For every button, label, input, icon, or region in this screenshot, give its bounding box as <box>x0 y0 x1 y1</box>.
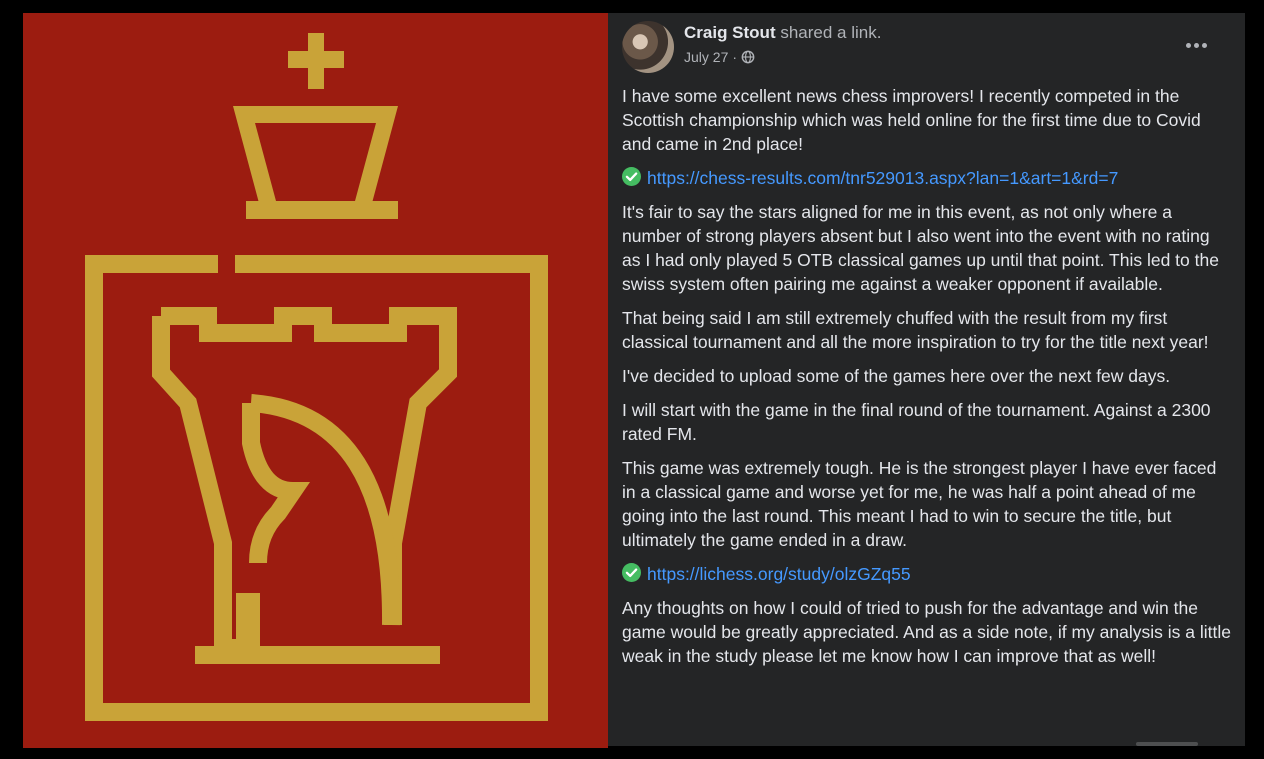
check-mark-icon <box>622 562 641 582</box>
post-body: I have some excellent news chess improve… <box>622 84 1232 678</box>
chess-emblem-logo <box>85 33 548 721</box>
shared-link-image[interactable] <box>23 13 608 748</box>
post-paragraph: I've decided to upload some of the games… <box>622 366 1171 386</box>
date-separator: · <box>732 49 738 65</box>
post-date-link[interactable]: July 27 <box>684 48 728 66</box>
post-action-text: shared a link. <box>775 23 882 42</box>
post-paragraph: I will start with the game in the final … <box>622 400 1211 444</box>
post-paragraph: It's fair to say the stars aligned for m… <box>622 202 1219 294</box>
author-name-link[interactable]: Craig Stout <box>684 23 776 42</box>
scrollbar-thumb[interactable] <box>1136 742 1198 746</box>
post-link-row: https://lichess.org/study/olzGZq55 <box>622 562 1232 586</box>
author-avatar[interactable] <box>622 21 674 73</box>
post-url-link[interactable]: https://lichess.org/study/olzGZq55 <box>647 562 911 586</box>
post-header: Craig Stout shared a link. <box>684 22 881 44</box>
post-url-link[interactable]: https://chess-results.com/tnr529013.aspx… <box>647 166 1118 190</box>
globe-icon <box>741 50 755 64</box>
check-mark-icon <box>622 166 641 186</box>
post-paragraph: Any thoughts on how I could of tried to … <box>622 598 1231 666</box>
post-paragraph: This game was extremely tough. He is the… <box>622 458 1217 550</box>
post-paragraph: I have some excellent news chess improve… <box>622 86 1201 154</box>
post-paragraph: That being said I am still extremely chu… <box>622 308 1209 352</box>
more-options-icon[interactable] <box>1176 31 1216 59</box>
post-card: Craig Stout shared a link. July 27 · I h… <box>608 13 1245 746</box>
post-meta: July 27 · <box>684 48 755 66</box>
post-link-row: https://chess-results.com/tnr529013.aspx… <box>622 166 1232 190</box>
